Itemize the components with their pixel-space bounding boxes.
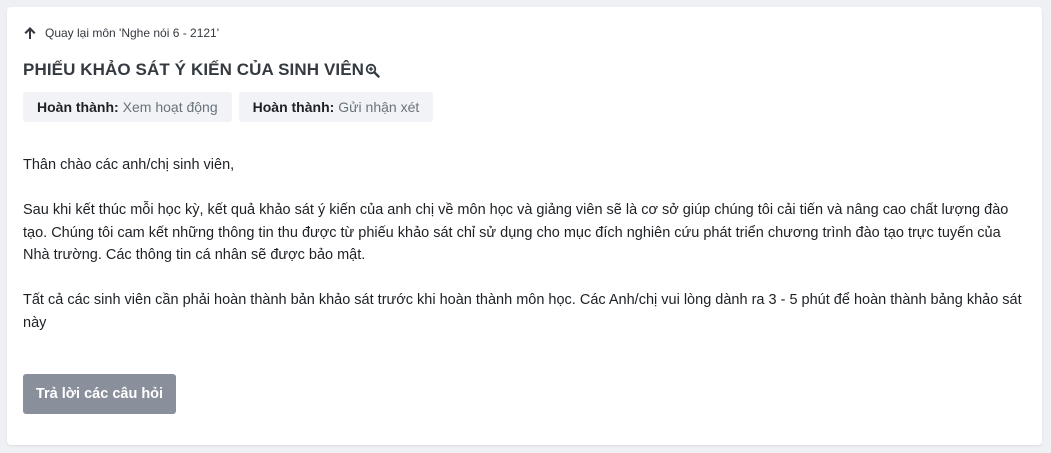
completion-badges: Hoàn thành: Xem hoạt động Hoàn thành: Gử… xyxy=(23,92,434,122)
badge-value: Gửi nhận xét xyxy=(338,99,420,115)
survey-description: Thân chào các anh/chị sinh viên, Sau khi… xyxy=(23,154,1031,357)
instruction-paragraph: Tất cả các sinh viên cần phải hoàn thành… xyxy=(23,292,1022,331)
back-to-course-link[interactable]: Quay lại môn 'Nghe nói 6 - 2121' xyxy=(23,26,219,40)
back-link-label: Quay lại môn 'Nghe nói 6 - 2121' xyxy=(45,26,220,40)
answer-questions-button[interactable]: Trả lời các câu hỏi xyxy=(23,374,176,414)
badge-value: Xem hoạt động xyxy=(122,99,218,115)
arrow-up-icon xyxy=(23,26,37,40)
survey-card: Quay lại môn 'Nghe nói 6 - 2121' PHIẾU K… xyxy=(7,7,1042,445)
page-title: PHIẾU KHẢO SÁT Ý KIẾN CỦA SINH VIÊN xyxy=(23,60,365,79)
purpose-paragraph: Sau khi kết thúc mỗi học kỳ, kết quả khả… xyxy=(23,202,1009,263)
completion-badge-view: Hoàn thành: Xem hoạt động xyxy=(23,92,232,122)
title-row: PHIẾU KHẢO SÁT Ý KIẾN CỦA SINH VIÊN xyxy=(23,60,380,80)
zoom-search-icon[interactable] xyxy=(365,63,380,78)
greeting-paragraph: Thân chào các anh/chị sinh viên, xyxy=(23,157,235,173)
badge-label: Hoàn thành: xyxy=(37,99,119,115)
completion-badge-feedback: Hoàn thành: Gửi nhận xét xyxy=(238,92,434,122)
badge-label: Hoàn thành: xyxy=(252,99,335,115)
